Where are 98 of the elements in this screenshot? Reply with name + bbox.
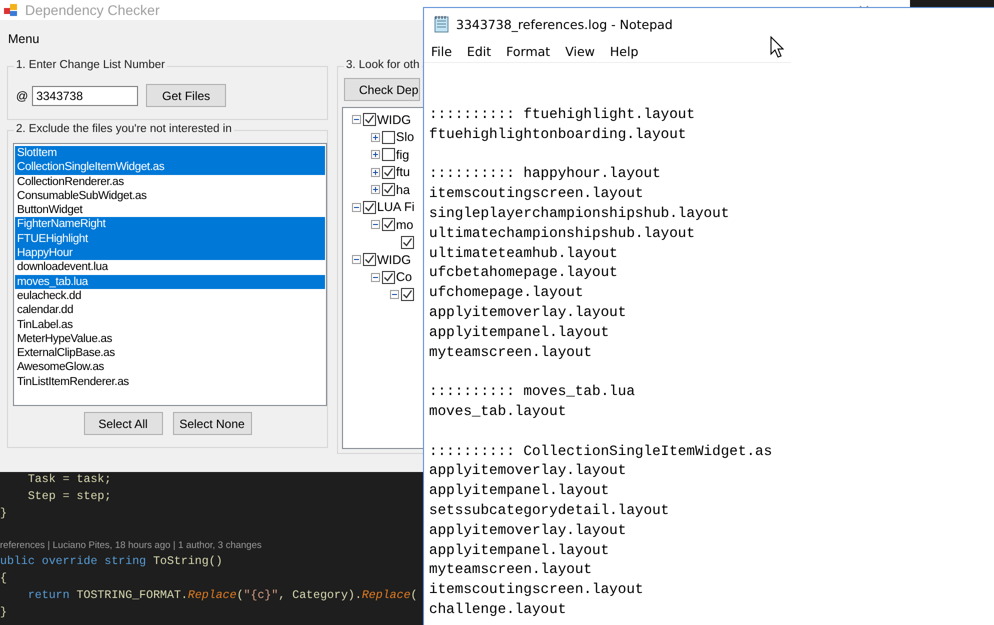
text-line: setssubcategorydetail.layout (429, 502, 670, 521)
menu-item[interactable]: View (565, 44, 595, 58)
text-line: myteamscreen.layout (429, 561, 594, 580)
list-item[interactable]: HappyHour (15, 246, 325, 260)
code-line: Step = step; (26, 490, 112, 503)
menu-item[interactable]: Help (610, 44, 638, 58)
text-line: challenge.layout (429, 600, 568, 620)
checkbox[interactable] (401, 236, 414, 249)
list-item[interactable]: FighterNameRight (15, 217, 325, 232)
expand-icon[interactable] (371, 150, 380, 160)
text-line: applyitempanel.layout (429, 482, 610, 502)
checkbox[interactable] (363, 113, 376, 126)
change-list-field[interactable]: 3343738 (32, 86, 138, 106)
collapse-icon[interactable] (352, 255, 361, 264)
expand-icon[interactable] (371, 185, 380, 194)
list-item[interactable]: ExternalClipBase.as (15, 346, 325, 360)
tree-item[interactable]: ha (396, 182, 410, 197)
list-item[interactable]: FTUEHighlight (15, 232, 325, 246)
collapse-icon[interactable] (352, 115, 361, 124)
text-line: :::::::::: happyhour.layout (429, 165, 662, 184)
tree-item[interactable]: Slo (396, 130, 414, 144)
list-item[interactable]: CollectionSingleItemWidget.as (15, 160, 325, 175)
tree-item[interactable]: WIDG (377, 252, 412, 267)
checkbox[interactable] (382, 148, 395, 162)
tree-item[interactable]: LUA Fi (377, 200, 415, 214)
text-line: ftuehighlightonboarding.layout (429, 126, 688, 145)
list-item[interactable]: MeterHypeValue.as (15, 332, 325, 346)
menu-item[interactable]: Format (506, 44, 550, 58)
list-item[interactable]: eulacheck.dd (15, 288, 325, 304)
expand-icon[interactable] (371, 132, 380, 142)
collapse-icon[interactable] (352, 202, 361, 212)
mouse-pointer-icon (770, 36, 784, 58)
text-line: itemscoutingscreen.layout (429, 185, 644, 204)
group-title: 1. Enter Change List Number (14, 59, 167, 71)
menu-item[interactable]: File (431, 44, 452, 58)
code-line: } (0, 506, 7, 520)
group-title: 3. Look for oth (344, 59, 422, 71)
text-line: singleplayerchampionshipshub.layout (429, 204, 730, 224)
window-title: Dependency Checker (25, 2, 160, 18)
collapse-icon[interactable] (371, 220, 380, 230)
list-item[interactable]: SlotItem (15, 146, 325, 160)
list-item[interactable]: ButtonWidget (15, 203, 325, 218)
checkbox[interactable] (401, 288, 414, 302)
list-item[interactable]: calendar.dd (15, 303, 325, 318)
list-item[interactable]: ConsumableSubWidget.as (15, 188, 325, 204)
collapse-icon[interactable] (371, 272, 380, 282)
code-line: return TOSTRING_FORMAT.Replace("{c}", Category).Replace( (26, 588, 418, 602)
text-line: applyitempanel.layout (429, 324, 610, 343)
list-item[interactable]: CollectionRenderer.as (15, 174, 325, 189)
menu-item[interactable]: Edit (466, 44, 492, 58)
at-label: @ (16, 88, 28, 102)
code-line: } (0, 606, 7, 619)
list-item[interactable]: downloadevent.lua (15, 260, 325, 275)
code-line: ublic override string ToString() (0, 555, 223, 568)
checkbox[interactable] (363, 253, 376, 266)
code-line: Task = task; (26, 473, 112, 486)
text-line: ufchomepage.layout (429, 284, 584, 304)
tree-item[interactable]: WIDG (377, 112, 412, 127)
checkbox[interactable] (382, 218, 395, 232)
code-line: { (0, 572, 7, 586)
text-line: myteamscreen.layout (429, 344, 594, 363)
list-item[interactable]: moves_tab.lua (15, 274, 325, 289)
group-title: 2. Exclude the files you're not interested in (14, 123, 234, 135)
tree-item[interactable]: mo (396, 218, 414, 232)
collapse-icon[interactable] (390, 290, 399, 300)
code-lens: references | Luciano Pites, 18 hours ago | 1 author, 3 changes (0, 540, 262, 552)
expand-icon[interactable] (371, 168, 380, 177)
checkbox[interactable] (382, 130, 395, 144)
app-icon (3, 2, 19, 18)
text-line: applyitemoverlay.layout (429, 522, 628, 541)
list-item[interactable]: TinListItemRenderer.as (15, 374, 325, 390)
text-line: applyitemoverlay.layout (429, 304, 628, 323)
text-line: applyitempanel.layout (429, 542, 610, 561)
text-line: :::::::::: CollectionSingleItemWidget.as (429, 442, 774, 462)
text-line: ufcbetahomepage.layout (429, 264, 619, 284)
select-none-button[interactable]: Select None (172, 412, 252, 435)
text-line: itemscoutingscreen.layout (429, 581, 644, 600)
list-item[interactable]: TinLabel.as (15, 318, 325, 332)
list-item[interactable]: AwesomeGlow.as (15, 360, 325, 375)
select-all-button[interactable]: Select All (84, 412, 162, 435)
check-button[interactable]: Check Dep (344, 78, 420, 101)
tree-item[interactable]: ftu (396, 165, 410, 180)
window-title: 3343738_references.log - Notepad (456, 16, 673, 32)
text-line: ultimateteamhub.layout (429, 244, 619, 264)
tree-item[interactable]: Co (396, 270, 412, 284)
text-line: :::::::::: moves_tab.lua (429, 383, 636, 402)
checkbox[interactable] (382, 270, 395, 284)
text-line: ultimatechampionshipshub.layout (429, 224, 696, 244)
text-line: moves_tab.layout (429, 402, 568, 422)
checkbox[interactable] (382, 183, 395, 196)
menu-item[interactable]: Menu (8, 32, 40, 46)
notepad-icon (434, 15, 450, 33)
text-line: applyitemoverlay.layout (429, 462, 628, 482)
checkbox[interactable] (382, 166, 395, 179)
checkbox[interactable] (363, 200, 376, 214)
text-line: :::::::::: ftuehighlight.layout (429, 106, 696, 125)
get-files-button[interactable]: Get Files (146, 84, 226, 107)
tree-item[interactable]: fig (396, 148, 410, 162)
